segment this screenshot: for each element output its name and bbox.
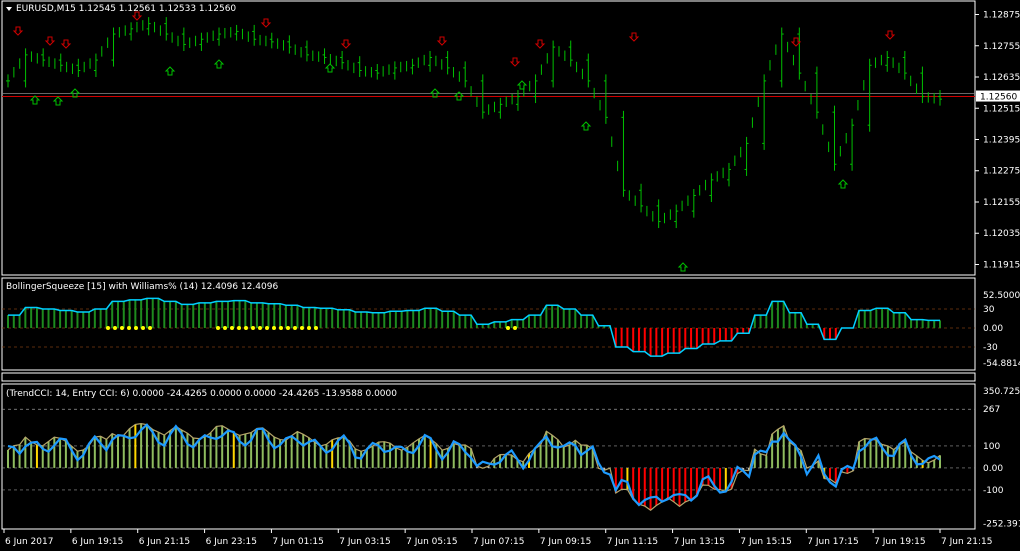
up-arrow-icon — [429, 88, 441, 98]
time-tick-label: 6 Jun 19:15 — [72, 537, 123, 547]
time-tick-label: 7 Jun 19:15 — [874, 537, 925, 547]
up-arrow-icon — [52, 96, 64, 106]
time-tick-label: 7 Jun 13:15 — [674, 537, 725, 547]
price-tick-label: 1.12035 — [983, 229, 1020, 239]
squeeze-dot — [265, 326, 269, 330]
indicator2-level-label: 267 — [983, 405, 1000, 415]
separator-panel-border — [1, 372, 976, 382]
up-arrow-icon — [580, 121, 592, 131]
indicator2-level-label: 100 — [983, 442, 1000, 452]
down-arrow-icon — [60, 39, 72, 49]
price-tick-label: 1.11915 — [983, 260, 1020, 270]
up-arrow-icon — [677, 262, 689, 272]
squeeze-dot — [223, 326, 227, 330]
squeeze-dot — [286, 326, 290, 330]
up-arrow-icon — [516, 80, 528, 90]
price-tick-label: 1.12275 — [983, 167, 1020, 177]
up-arrow-icon — [837, 179, 849, 189]
indicator2-panel-border — [1, 383, 976, 530]
chart-canvas: 1.12875 1.12755 1.12635 1.12515 1.12395 1.122… — [1, 0, 1020, 547]
indicator1-level-label: 52.5000 — [983, 291, 1020, 301]
squeeze-dot — [230, 326, 234, 330]
squeeze-dot — [127, 326, 131, 330]
squeeze-dot — [314, 326, 318, 330]
indicator1-level-label: -30 — [983, 343, 998, 353]
indicator2-level-label: 350.7255 — [983, 387, 1020, 397]
time-tick-label: 7 Jun 05:15 — [406, 537, 457, 547]
squeeze-dot — [237, 326, 241, 330]
down-arrow-icon — [534, 39, 546, 49]
squeeze-dot — [120, 326, 124, 330]
menu-triangle-icon — [6, 7, 12, 11]
squeeze-dot — [258, 326, 262, 330]
current-price-label: 1.12560 — [980, 93, 1017, 103]
time-tick-label: 7 Jun 15:15 — [740, 537, 791, 547]
time-tick-label: 6 Jun 21:15 — [139, 537, 190, 547]
squeeze-dot — [106, 326, 110, 330]
time-tick-label: 7 Jun 09:15 — [540, 537, 591, 547]
indicator2-title: (TrendCCI: 14, Entry CCI: 6) 0.0000 -24.… — [6, 389, 397, 399]
squeeze-dot — [134, 326, 138, 330]
price-tick-label: 1.12755 — [983, 42, 1020, 52]
squeeze-dot — [251, 326, 255, 330]
indicator1-level-label: 0.00 — [983, 324, 1003, 334]
up-arrow-icon — [324, 63, 336, 73]
down-arrow-icon — [44, 36, 56, 46]
time-tick-label: 7 Jun 11:15 — [607, 537, 658, 547]
main-panel-border — [1, 0, 976, 276]
time-tick-label: 7 Jun 07:15 — [473, 537, 524, 547]
symbol-info: EURUSD,M15 1.12545 1.12561 1.12533 1.125… — [16, 4, 237, 14]
time-tick-label: 7 Jun 17:15 — [807, 537, 858, 547]
time-tick-label: 7 Jun 01:15 — [272, 537, 323, 547]
price-tick-label: 1.12395 — [983, 136, 1020, 146]
down-arrow-icon — [790, 37, 802, 47]
squeeze-dot — [141, 326, 145, 330]
time-tick-label: 7 Jun 03:15 — [339, 537, 390, 547]
time-tick-label: 6 Jun 23:15 — [206, 537, 257, 547]
time-tick-label: 7 Jun 21:15 — [941, 537, 992, 547]
squeeze-dot — [513, 326, 517, 330]
down-arrow-icon — [884, 30, 896, 40]
up-arrow-icon — [69, 88, 81, 98]
down-arrow-icon — [436, 36, 448, 46]
squeeze-dot — [307, 326, 311, 330]
price-tick-label: 1.12155 — [983, 198, 1020, 208]
squeeze-dot — [113, 326, 117, 330]
squeeze-dot — [506, 326, 510, 330]
squeeze-dot — [300, 326, 304, 330]
price-tick-label: 1.12515 — [983, 104, 1020, 114]
down-arrow-icon — [628, 32, 640, 42]
down-arrow-icon — [509, 57, 521, 67]
price-tick-label: 1.12875 — [983, 11, 1020, 21]
up-arrow-icon — [29, 95, 41, 105]
indicator2-level-label: -252.3917 — [983, 519, 1020, 529]
indicator2-level-label: -100 — [983, 486, 1004, 496]
indicator1-level-label: -54.8814 — [983, 359, 1020, 369]
squeeze-dot — [293, 326, 297, 330]
down-arrow-icon — [260, 18, 272, 28]
down-arrow-icon — [12, 26, 24, 36]
squeeze-dot — [244, 326, 248, 330]
price-tick-label: 1.12635 — [983, 73, 1020, 83]
time-tick-label: 6 Jun 2017 — [5, 537, 53, 547]
up-arrow-icon — [164, 66, 176, 76]
indicator2-level-label: 0.00 — [983, 464, 1003, 474]
squeeze-dot — [148, 326, 152, 330]
squeeze-dot — [272, 326, 276, 330]
indicator1-level-label: 30 — [983, 305, 995, 315]
down-arrow-icon — [340, 39, 352, 49]
up-arrow-icon — [213, 59, 225, 69]
squeeze-dot — [279, 326, 283, 330]
squeeze-dot — [216, 326, 220, 330]
indicator1-title: BollingerSqueeze [15] with Williams% (14… — [6, 282, 279, 292]
